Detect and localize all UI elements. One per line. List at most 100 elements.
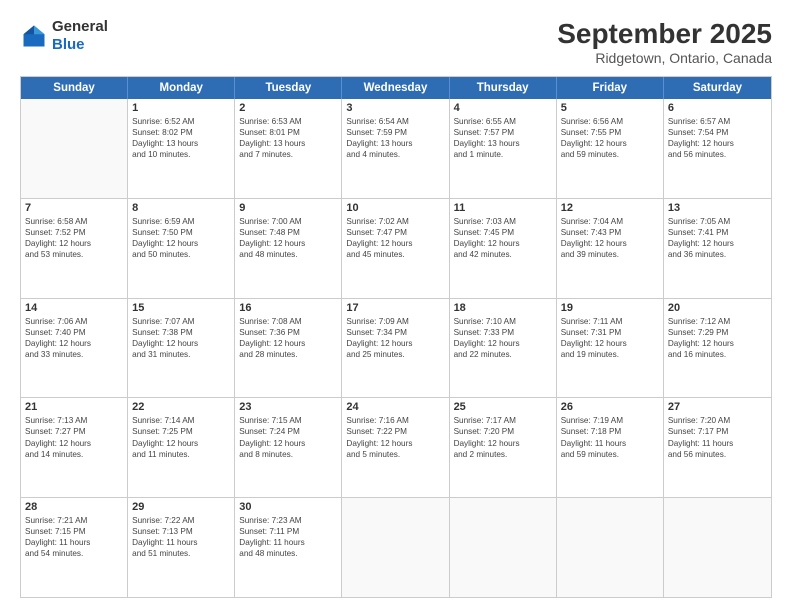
logo: General Blue: [20, 18, 108, 54]
day-number: 6: [668, 102, 767, 114]
logo-icon: [20, 22, 48, 50]
calendar-cell: [21, 99, 128, 198]
col-header-wednesday: Wednesday: [342, 77, 449, 99]
day-number: 8: [132, 202, 230, 214]
calendar-cell: 9 Sunrise: 7:00 AM Sunset: 7:48 PM Daylig…: [235, 199, 342, 298]
day-info: Sunrise: 7:16 AM Sunset: 7:22 PM Dayligh…: [346, 415, 444, 459]
calendar-body: 1Sunrise: 6:52 AM Sunset: 8:02 PM Daylig…: [21, 99, 771, 597]
calendar-cell: [557, 498, 664, 597]
col-header-thursday: Thursday: [450, 77, 557, 99]
calendar-cell: 20Sunrise: 7:12 AM Sunset: 7:29 PM Dayli…: [664, 299, 771, 398]
calendar-cell: 3 Sunrise: 6:54 AM Sunset: 7:59 PM Daylig…: [342, 99, 449, 198]
day-number: 11: [454, 202, 552, 214]
calendar-cell: 4 Sunrise: 6:55 AM Sunset: 7:57 PM Daylig…: [450, 99, 557, 198]
day-number: 25: [454, 401, 552, 413]
day-number: 7: [25, 202, 123, 214]
calendar-cell: 30 Sunrise: 7:23 AM Sunset: 7:11 PM Dayli…: [235, 498, 342, 597]
calendar-cell: 26 Sunrise: 7:19 AM Sunset: 7:18 PM Dayli…: [557, 398, 664, 497]
day-number: 9: [239, 202, 337, 214]
calendar: SundayMondayTuesdayWednesdayThursdayFrid…: [20, 76, 772, 598]
day-info: Sunrise: 7:22 AM Sunset: 7:13 PM Dayligh…: [132, 515, 230, 559]
day-number: 17: [346, 302, 444, 314]
calendar-row-4: 28Sunrise: 7:21 AM Sunset: 7:15 PM Dayli…: [21, 497, 771, 597]
day-number: 18: [454, 302, 552, 314]
calendar-cell: 25Sunrise: 7:17 AM Sunset: 7:20 PM Dayli…: [450, 398, 557, 497]
calendar-row-0: 1Sunrise: 6:52 AM Sunset: 8:02 PM Daylig…: [21, 99, 771, 198]
calendar-cell: [450, 498, 557, 597]
day-info: Sunrise: 7:07 AM Sunset: 7:38 PM Dayligh…: [132, 316, 230, 360]
day-info: Sunrise: 6:59 AM Sunset: 7:50 PM Dayligh…: [132, 216, 230, 260]
calendar-cell: 22 Sunrise: 7:14 AM Sunset: 7:25 PM Dayli…: [128, 398, 235, 497]
day-number: 22: [132, 401, 230, 413]
day-info: Sunrise: 7:11 AM Sunset: 7:31 PM Dayligh…: [561, 316, 659, 360]
day-number: 24: [346, 401, 444, 413]
day-info: Sunrise: 7:04 AM Sunset: 7:43 PM Dayligh…: [561, 216, 659, 260]
day-info: Sunrise: 7:14 AM Sunset: 7:25 PM Dayligh…: [132, 415, 230, 459]
calendar-cell: 24 Sunrise: 7:16 AM Sunset: 7:22 PM Dayli…: [342, 398, 449, 497]
header: General Blue September 2025 Ridgetown, O…: [20, 18, 772, 66]
day-number: 4: [454, 102, 552, 114]
col-header-friday: Friday: [557, 77, 664, 99]
day-number: 13: [668, 202, 767, 214]
day-info: Sunrise: 6:56 AM Sunset: 7:55 PM Dayligh…: [561, 116, 659, 160]
calendar-cell: 2Sunrise: 6:53 AM Sunset: 8:01 PM Daylig…: [235, 99, 342, 198]
calendar-cell: 23 Sunrise: 7:15 AM Sunset: 7:24 PM Dayli…: [235, 398, 342, 497]
calendar-row-3: 21Sunrise: 7:13 AM Sunset: 7:27 PM Dayli…: [21, 397, 771, 497]
day-number: 2: [239, 102, 337, 114]
day-number: 23: [239, 401, 337, 413]
calendar-cell: 7 Sunrise: 6:58 AM Sunset: 7:52 PM Daylig…: [21, 199, 128, 298]
calendar-cell: 11 Sunrise: 7:03 AM Sunset: 7:45 PM Dayli…: [450, 199, 557, 298]
day-info: Sunrise: 7:15 AM Sunset: 7:24 PM Dayligh…: [239, 415, 337, 459]
calendar-row-1: 7 Sunrise: 6:58 AM Sunset: 7:52 PM Daylig…: [21, 198, 771, 298]
day-number: 10: [346, 202, 444, 214]
column-headers: SundayMondayTuesdayWednesdayThursdayFrid…: [21, 77, 771, 99]
day-info: Sunrise: 7:20 AM Sunset: 7:17 PM Dayligh…: [668, 415, 767, 459]
calendar-cell: 15 Sunrise: 7:07 AM Sunset: 7:38 PM Dayli…: [128, 299, 235, 398]
day-info: Sunrise: 6:54 AM Sunset: 7:59 PM Dayligh…: [346, 116, 444, 160]
day-number: 1: [132, 102, 230, 114]
day-number: 26: [561, 401, 659, 413]
day-info: Sunrise: 6:55 AM Sunset: 7:57 PM Dayligh…: [454, 116, 552, 160]
day-info: Sunrise: 7:02 AM Sunset: 7:47 PM Dayligh…: [346, 216, 444, 260]
month-title: September 2025: [557, 18, 772, 50]
day-info: Sunrise: 7:08 AM Sunset: 7:36 PM Dayligh…: [239, 316, 337, 360]
day-number: 29: [132, 501, 230, 513]
calendar-cell: 13 Sunrise: 7:05 AM Sunset: 7:41 PM Dayli…: [664, 199, 771, 298]
title-block: September 2025 Ridgetown, Ontario, Canad…: [557, 18, 772, 66]
calendar-cell: 28Sunrise: 7:21 AM Sunset: 7:15 PM Dayli…: [21, 498, 128, 597]
day-number: 3: [346, 102, 444, 114]
day-info: Sunrise: 7:23 AM Sunset: 7:11 PM Dayligh…: [239, 515, 337, 559]
day-number: 15: [132, 302, 230, 314]
day-number: 14: [25, 302, 123, 314]
calendar-cell: [664, 498, 771, 597]
day-number: 16: [239, 302, 337, 314]
day-info: Sunrise: 7:09 AM Sunset: 7:34 PM Dayligh…: [346, 316, 444, 360]
calendar-cell: 14 Sunrise: 7:06 AM Sunset: 7:40 PM Dayli…: [21, 299, 128, 398]
calendar-cell: [342, 498, 449, 597]
day-info: Sunrise: 7:03 AM Sunset: 7:45 PM Dayligh…: [454, 216, 552, 260]
day-info: Sunrise: 7:12 AM Sunset: 7:29 PM Dayligh…: [668, 316, 767, 360]
day-info: Sunrise: 7:21 AM Sunset: 7:15 PM Dayligh…: [25, 515, 123, 559]
calendar-cell: 27Sunrise: 7:20 AM Sunset: 7:17 PM Dayli…: [664, 398, 771, 497]
calendar-cell: 21Sunrise: 7:13 AM Sunset: 7:27 PM Dayli…: [21, 398, 128, 497]
day-number: 5: [561, 102, 659, 114]
calendar-cell: 10 Sunrise: 7:02 AM Sunset: 7:47 PM Dayli…: [342, 199, 449, 298]
calendar-cell: 16 Sunrise: 7:08 AM Sunset: 7:36 PM Dayli…: [235, 299, 342, 398]
day-info: Sunrise: 6:57 AM Sunset: 7:54 PM Dayligh…: [668, 116, 767, 160]
calendar-row-2: 14 Sunrise: 7:06 AM Sunset: 7:40 PM Dayli…: [21, 298, 771, 398]
page: General Blue September 2025 Ridgetown, O…: [0, 0, 792, 612]
day-info: Sunrise: 7:00 AM Sunset: 7:48 PM Dayligh…: [239, 216, 337, 260]
calendar-cell: 1Sunrise: 6:52 AM Sunset: 8:02 PM Daylig…: [128, 99, 235, 198]
logo-blue: Blue: [52, 36, 85, 53]
day-number: 12: [561, 202, 659, 214]
day-info: Sunrise: 7:13 AM Sunset: 7:27 PM Dayligh…: [25, 415, 123, 459]
day-info: Sunrise: 7:10 AM Sunset: 7:33 PM Dayligh…: [454, 316, 552, 360]
calendar-cell: 19Sunrise: 7:11 AM Sunset: 7:31 PM Dayli…: [557, 299, 664, 398]
day-info: Sunrise: 7:06 AM Sunset: 7:40 PM Dayligh…: [25, 316, 123, 360]
day-info: Sunrise: 7:19 AM Sunset: 7:18 PM Dayligh…: [561, 415, 659, 459]
day-info: Sunrise: 6:58 AM Sunset: 7:52 PM Dayligh…: [25, 216, 123, 260]
day-number: 30: [239, 501, 337, 513]
day-info: Sunrise: 7:05 AM Sunset: 7:41 PM Dayligh…: [668, 216, 767, 260]
col-header-tuesday: Tuesday: [235, 77, 342, 99]
logo-text: General Blue: [52, 18, 108, 54]
